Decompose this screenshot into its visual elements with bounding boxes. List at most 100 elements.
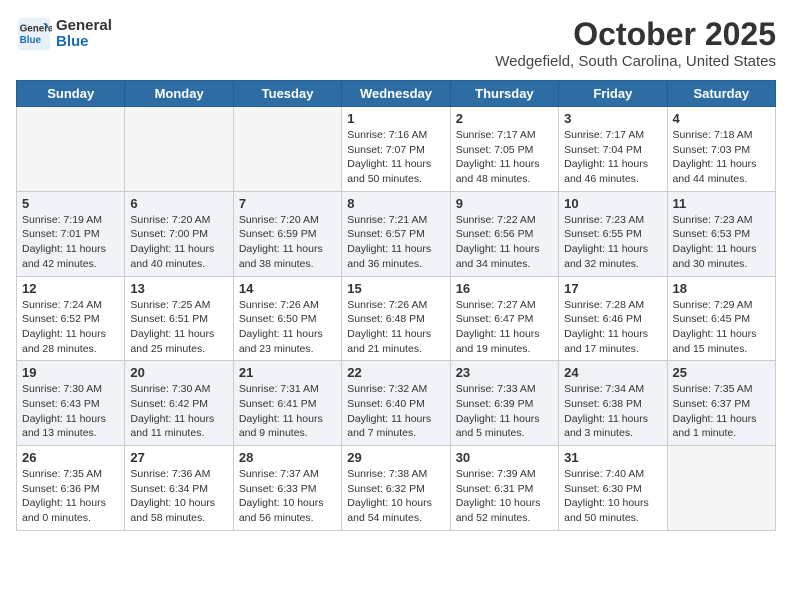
day-number: 30 [456, 450, 553, 465]
cell-text: Sunrise: 7:20 AMSunset: 6:59 PMDaylight:… [239, 213, 336, 272]
calendar-row-4: 26Sunrise: 7:35 AMSunset: 6:36 PMDayligh… [17, 446, 776, 531]
weekday-header-wednesday: Wednesday [342, 81, 450, 107]
calendar: SundayMondayTuesdayWednesdayThursdayFrid… [16, 80, 776, 531]
logo: General Blue General Blue [16, 16, 112, 52]
calendar-cell: 1Sunrise: 7:16 AMSunset: 7:07 PMDaylight… [342, 107, 450, 192]
calendar-cell: 11Sunrise: 7:23 AMSunset: 6:53 PMDayligh… [667, 191, 775, 276]
calendar-row-3: 19 Sunrise: 7:30 AMSunset: 6:43 PMDayligh… [17, 361, 776, 446]
calendar-cell: 25Sunrise: 7:35 AMSunset: 6:37 PMDayligh… [667, 361, 775, 446]
cell-text: Sunrise: 7:25 AMSunset: 6:51 PMDaylight:… [130, 298, 227, 357]
cell-text: Sunrise: 7:36 AMSunset: 6:34 PMDaylight:… [130, 467, 227, 526]
cell-text: Sunrise: 7:31 AMSunset: 6:41 PMDaylight:… [239, 382, 336, 441]
cell-text: Sunrise: 7:28 AMSunset: 6:46 PMDaylight:… [564, 298, 661, 357]
day-number: 17 [564, 281, 661, 296]
calendar-cell: 7 Sunrise: 7:20 AMSunset: 6:59 PMDaylight… [233, 191, 341, 276]
weekday-header-sunday: Sunday [17, 81, 125, 107]
calendar-cell: 22Sunrise: 7:32 AMSunset: 6:40 PMDayligh… [342, 361, 450, 446]
day-number: 5 [22, 196, 119, 211]
day-number: 20 [130, 365, 227, 380]
calendar-cell: 2 Sunrise: 7:17 AMSunset: 7:05 PMDaylight… [450, 107, 558, 192]
day-number: 15 [347, 281, 444, 296]
calendar-cell: 18Sunrise: 7:29 AMSunset: 6:45 PMDayligh… [667, 276, 775, 361]
calendar-cell: 8 Sunrise: 7:21 AMSunset: 6:57 PMDaylight… [342, 191, 450, 276]
cell-text: Sunrise: 7:37 AMSunset: 6:33 PMDaylight:… [239, 467, 336, 526]
calendar-cell [125, 107, 233, 192]
calendar-cell: 20 Sunrise: 7:30 AMSunset: 6:42 PMDayligh… [125, 361, 233, 446]
svg-text:Blue: Blue [20, 35, 42, 46]
calendar-cell: 4Sunrise: 7:18 AMSunset: 7:03 PMDaylight… [667, 107, 775, 192]
cell-text: Sunrise: 7:27 AMSunset: 6:47 PMDaylight:… [456, 298, 553, 357]
month-title: October 2025 [495, 16, 776, 53]
day-number: 1 [347, 111, 444, 126]
calendar-cell: 10 Sunrise: 7:23 AMSunset: 6:55 PMDayligh… [559, 191, 667, 276]
day-number: 8 [347, 196, 444, 211]
cell-text: Sunrise: 7:20 AMSunset: 7:00 PMDaylight:… [130, 213, 227, 272]
cell-text: Sunrise: 7:40 AMSunset: 6:30 PMDaylight:… [564, 467, 661, 526]
cell-text: Sunrise: 7:30 AMSunset: 6:43 PMDaylight:… [22, 382, 119, 441]
weekday-header-saturday: Saturday [667, 81, 775, 107]
calendar-cell: 17 Sunrise: 7:28 AMSunset: 6:46 PMDayligh… [559, 276, 667, 361]
location: Wedgefield, South Carolina, United State… [495, 53, 776, 70]
day-number: 14 [239, 281, 336, 296]
cell-text: Sunrise: 7:26 AMSunset: 6:48 PMDaylight:… [347, 298, 444, 357]
cell-text: Sunrise: 7:39 AMSunset: 6:31 PMDaylight:… [456, 467, 553, 526]
calendar-cell: 26Sunrise: 7:35 AMSunset: 6:36 PMDayligh… [17, 446, 125, 531]
calendar-cell: 15 Sunrise: 7:26 AMSunset: 6:48 PMDayligh… [342, 276, 450, 361]
cell-text: Sunrise: 7:23 AMSunset: 6:55 PMDaylight:… [564, 213, 661, 272]
cell-text: Sunrise: 7:38 AMSunset: 6:32 PMDaylight:… [347, 467, 444, 526]
calendar-row-2: 12 Sunrise: 7:24 AMSunset: 6:52 PMDayligh… [17, 276, 776, 361]
day-number: 10 [564, 196, 661, 211]
calendar-cell: 28 Sunrise: 7:37 AMSunset: 6:33 PMDayligh… [233, 446, 341, 531]
cell-text: Sunrise: 7:26 AMSunset: 6:50 PMDaylight:… [239, 298, 336, 357]
cell-text: Sunrise: 7:30 AMSunset: 6:42 PMDaylight:… [130, 382, 227, 441]
calendar-cell: 31Sunrise: 7:40 AMSunset: 6:30 PMDayligh… [559, 446, 667, 531]
logo-blue: Blue [56, 34, 112, 51]
day-number: 18 [673, 281, 770, 296]
calendar-cell [233, 107, 341, 192]
cell-text: Sunrise: 7:32 AMSunset: 6:40 PMDaylight:… [347, 382, 444, 441]
day-number: 13 [130, 281, 227, 296]
calendar-cell: 13 Sunrise: 7:25 AMSunset: 6:51 PMDayligh… [125, 276, 233, 361]
day-number: 16 [456, 281, 553, 296]
day-number: 27 [130, 450, 227, 465]
title-block: October 2025 Wedgefield, South Carolina,… [495, 16, 776, 70]
day-number: 19 [22, 365, 119, 380]
calendar-cell: 30 Sunrise: 7:39 AMSunset: 6:31 PMDayligh… [450, 446, 558, 531]
calendar-cell: 5Sunrise: 7:19 AMSunset: 7:01 PMDaylight… [17, 191, 125, 276]
day-number: 29 [347, 450, 444, 465]
calendar-cell: 29 Sunrise: 7:38 AMSunset: 6:32 PMDayligh… [342, 446, 450, 531]
calendar-cell: 19 Sunrise: 7:30 AMSunset: 6:43 PMDayligh… [17, 361, 125, 446]
day-number: 21 [239, 365, 336, 380]
calendar-cell: 27 Sunrise: 7:36 AMSunset: 6:34 PMDayligh… [125, 446, 233, 531]
cell-text: Sunrise: 7:17 AMSunset: 7:04 PMDaylight:… [564, 128, 661, 187]
logo-general: General [56, 18, 112, 35]
weekday-header-thursday: Thursday [450, 81, 558, 107]
day-number: 2 [456, 111, 553, 126]
day-number: 3 [564, 111, 661, 126]
calendar-cell [667, 446, 775, 531]
cell-text: Sunrise: 7:17 AMSunset: 7:05 PMDaylight:… [456, 128, 553, 187]
cell-text: Sunrise: 7:21 AMSunset: 6:57 PMDaylight:… [347, 213, 444, 272]
day-number: 28 [239, 450, 336, 465]
cell-text: Sunrise: 7:24 AMSunset: 6:52 PMDaylight:… [22, 298, 119, 357]
page-header: General Blue General Blue October 2025 W… [16, 16, 776, 70]
cell-text: Sunrise: 7:22 AMSunset: 6:56 PMDaylight:… [456, 213, 553, 272]
calendar-cell: 9Sunrise: 7:22 AMSunset: 6:56 PMDaylight… [450, 191, 558, 276]
calendar-cell: 16 Sunrise: 7:27 AMSunset: 6:47 PMDayligh… [450, 276, 558, 361]
calendar-cell: 21 Sunrise: 7:31 AMSunset: 6:41 PMDayligh… [233, 361, 341, 446]
calendar-cell: 3 Sunrise: 7:17 AMSunset: 7:04 PMDaylight… [559, 107, 667, 192]
day-number: 26 [22, 450, 119, 465]
day-number: 24 [564, 365, 661, 380]
calendar-row-0: 1Sunrise: 7:16 AMSunset: 7:07 PMDaylight… [17, 107, 776, 192]
day-number: 25 [673, 365, 770, 380]
calendar-cell: 23Sunrise: 7:33 AMSunset: 6:39 PMDayligh… [450, 361, 558, 446]
day-number: 12 [22, 281, 119, 296]
weekday-header-monday: Monday [125, 81, 233, 107]
cell-text: Sunrise: 7:34 AMSunset: 6:38 PMDaylight:… [564, 382, 661, 441]
weekday-header-tuesday: Tuesday [233, 81, 341, 107]
cell-text: Sunrise: 7:23 AMSunset: 6:53 PMDaylight:… [673, 213, 770, 272]
cell-text: Sunrise: 7:33 AMSunset: 6:39 PMDaylight:… [456, 382, 553, 441]
day-number: 7 [239, 196, 336, 211]
weekday-header-friday: Friday [559, 81, 667, 107]
calendar-cell [17, 107, 125, 192]
